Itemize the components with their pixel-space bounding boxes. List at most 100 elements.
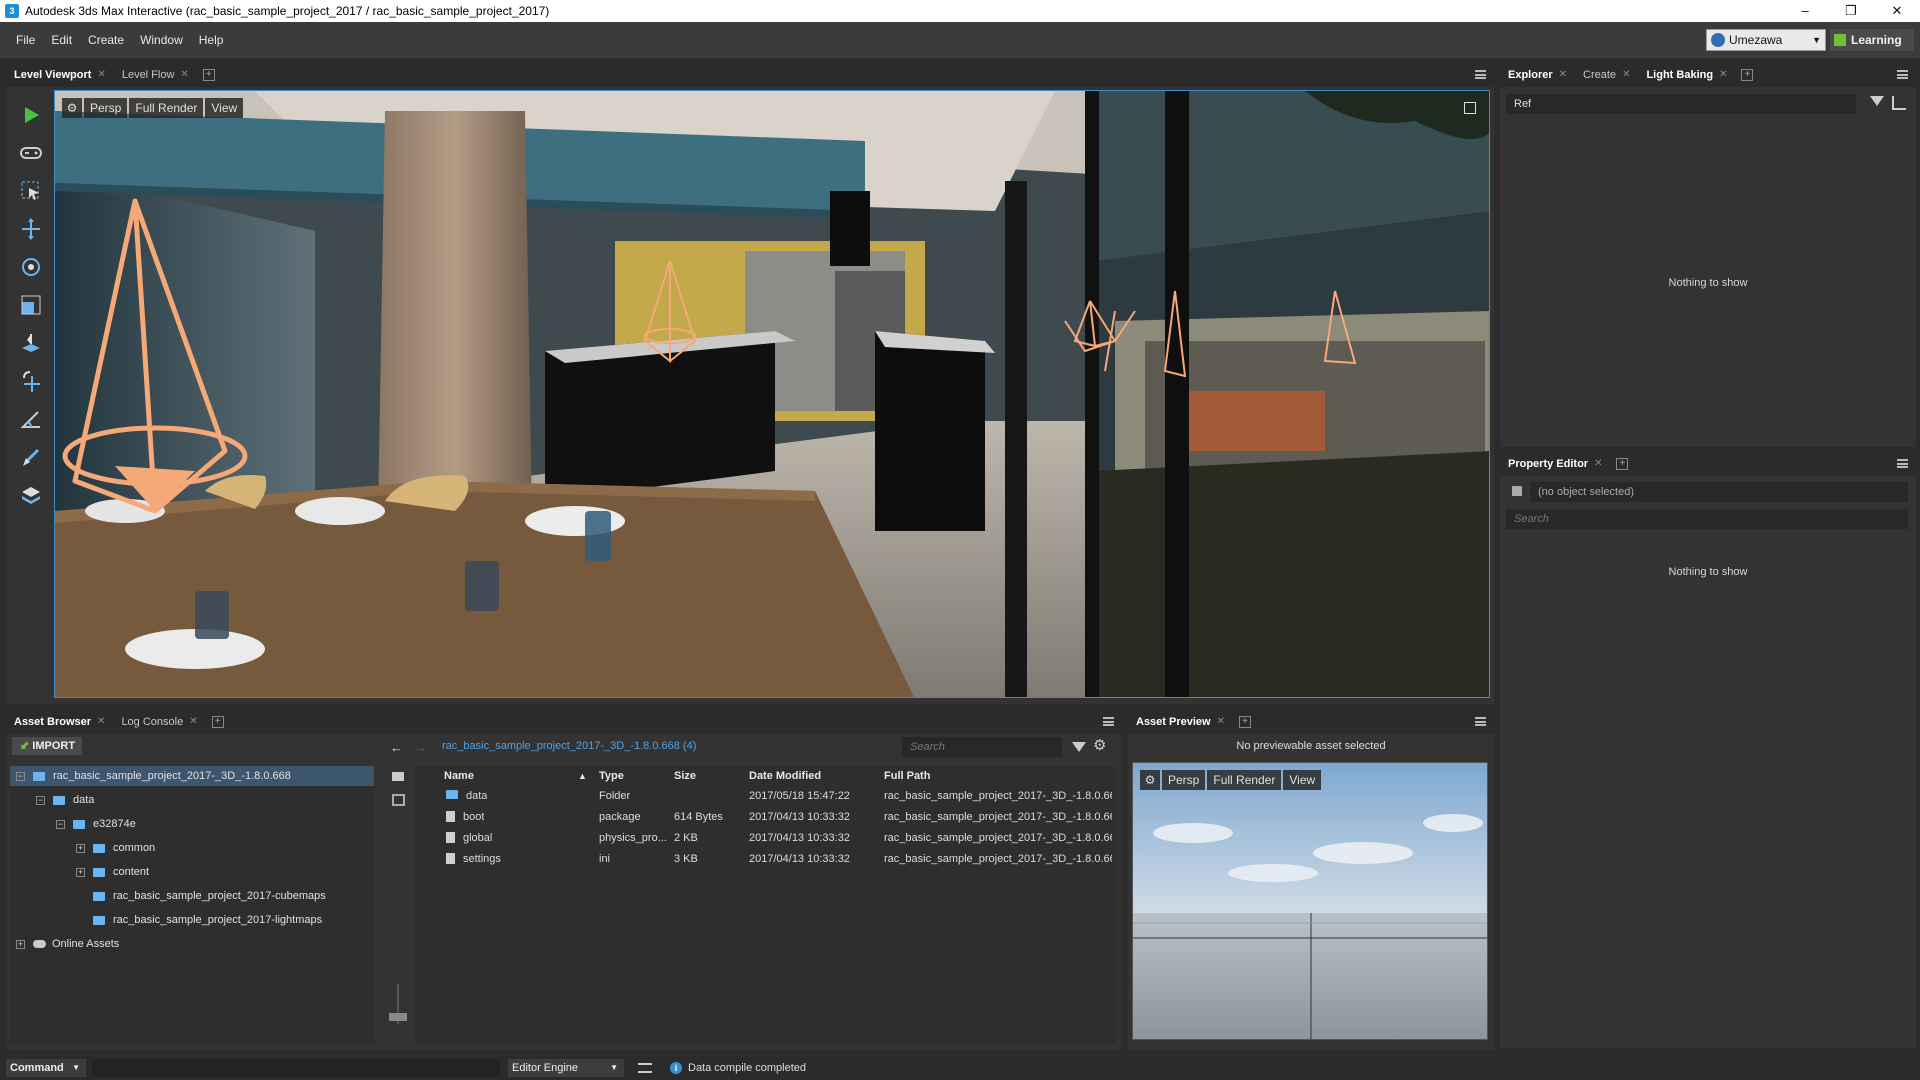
close-icon[interactable]: ✕ xyxy=(1217,710,1225,734)
expand-icon[interactable]: + xyxy=(76,867,85,877)
minimize-button[interactable]: – xyxy=(1782,0,1828,22)
table-row[interactable]: global physics_pro... 2 KB 2017/04/13 10… xyxy=(414,828,1116,848)
angle-snap-icon[interactable] xyxy=(18,406,44,432)
view-menu-button[interactable]: View xyxy=(205,98,244,118)
column-size[interactable]: Size xyxy=(674,766,696,786)
close-icon[interactable]: ✕ xyxy=(1559,63,1567,87)
close-icon[interactable]: ✕ xyxy=(97,710,105,734)
tab-level-viewport[interactable]: Level Viewport ✕ xyxy=(6,63,114,87)
panel-menu-icon[interactable] xyxy=(1897,70,1908,79)
preview-view-button[interactable]: View xyxy=(1283,770,1322,790)
lock-icon[interactable] xyxy=(1512,486,1522,496)
preview-camera-button[interactable]: Persp xyxy=(1162,770,1206,790)
tab-level-flow[interactable]: Level Flow ✕ xyxy=(114,63,197,87)
move-icon[interactable] xyxy=(18,216,44,242)
tab-log-console[interactable]: Log Console ✕ xyxy=(113,710,205,734)
gear-icon[interactable]: ⚙ xyxy=(1093,736,1106,754)
filter-icon[interactable] xyxy=(1072,742,1086,752)
select-icon[interactable] xyxy=(18,178,44,204)
table-row[interactable]: data Folder 2017/05/18 15:47:22 rac_basi… xyxy=(414,786,1116,806)
play-icon[interactable] xyxy=(18,102,44,128)
layers-icon[interactable] xyxy=(18,482,44,508)
add-tab-icon[interactable]: + xyxy=(1239,716,1251,728)
tree-item-e32874e[interactable]: − e32874e xyxy=(10,814,136,834)
back-arrow-icon[interactable]: ← xyxy=(390,740,403,755)
tab-light-baking[interactable]: Light Baking ✕ xyxy=(1638,63,1735,87)
column-name[interactable]: Name xyxy=(444,766,474,786)
expand-icon[interactable]: + xyxy=(76,843,85,853)
tree-item-data[interactable]: − data xyxy=(10,790,94,810)
menu-create[interactable]: Create xyxy=(80,33,132,47)
learning-button[interactable]: Learning xyxy=(1830,29,1914,51)
panel-menu-icon[interactable] xyxy=(1475,717,1486,726)
menu-edit[interactable]: Edit xyxy=(43,33,80,47)
tab-explorer[interactable]: Explorer ✕ xyxy=(1500,63,1575,87)
close-icon[interactable]: ✕ xyxy=(189,710,197,734)
tab-asset-preview[interactable]: Asset Preview ✕ xyxy=(1128,710,1233,734)
panel-menu-icon[interactable] xyxy=(1897,459,1908,468)
rotate-icon[interactable] xyxy=(18,254,44,280)
pivot-snap-icon[interactable] xyxy=(18,368,44,394)
sort-ascending-icon[interactable]: ▲ xyxy=(578,766,587,786)
column-full-path[interactable]: Full Path xyxy=(884,766,930,786)
sync-icon[interactable] xyxy=(392,794,405,806)
camera-mode-button[interactable]: Persp xyxy=(84,98,128,118)
close-icon[interactable]: ✕ xyxy=(1719,63,1727,87)
panel-menu-icon[interactable] xyxy=(1475,70,1486,79)
add-tab-icon[interactable]: + xyxy=(202,69,215,81)
asset-breadcrumb[interactable]: rac_basic_sample_project_2017-_3D_-1.8.0… xyxy=(442,740,696,752)
close-icon[interactable]: ✕ xyxy=(97,63,105,87)
command-dropdown[interactable]: Command ▼ xyxy=(6,1059,86,1077)
paint-brush-icon[interactable] xyxy=(18,444,44,470)
close-icon[interactable]: ✕ xyxy=(1622,63,1630,87)
table-row[interactable]: settings ini 3 KB 2017/04/13 10:33:32 ra… xyxy=(414,849,1116,869)
user-account-dropdown[interactable]: Umezawa ▼ xyxy=(1706,29,1826,51)
render-mode-button[interactable]: Full Render xyxy=(129,98,204,118)
import-button[interactable]: ⬋ IMPORT xyxy=(12,737,82,755)
snap-to-ground-icon[interactable] xyxy=(18,330,44,356)
tree-item-cubemaps[interactable]: rac_basic_sample_project_2017-cubemaps xyxy=(10,886,326,906)
forward-arrow-icon[interactable]: → xyxy=(414,740,427,755)
tree-item-common[interactable]: + common xyxy=(10,838,155,858)
tab-property-editor[interactable]: Property Editor ✕ xyxy=(1500,452,1610,476)
filter-icon[interactable] xyxy=(1870,96,1884,106)
tree-item-content[interactable]: + content xyxy=(10,862,149,882)
menu-file[interactable]: File xyxy=(8,33,43,47)
property-search-input[interactable]: Search xyxy=(1506,509,1908,529)
zoom-slider-handle[interactable] xyxy=(389,1013,407,1021)
table-row[interactable]: boot package 614 Bytes 2017/04/13 10:33:… xyxy=(414,807,1116,827)
hierarchy-icon[interactable] xyxy=(1892,96,1906,110)
collapse-icon[interactable]: − xyxy=(36,795,45,805)
add-tab-icon[interactable]: + xyxy=(1741,69,1754,81)
close-button[interactable]: ✕ xyxy=(1874,0,1920,22)
add-tab-icon[interactable]: + xyxy=(211,716,224,728)
level-viewport-canvas[interactable] xyxy=(54,90,1490,698)
command-input[interactable] xyxy=(92,1059,500,1077)
engine-dropdown[interactable]: Editor Engine ▼ xyxy=(508,1059,624,1077)
tree-item-online-assets[interactable]: + Online Assets xyxy=(10,934,119,954)
list-icon[interactable] xyxy=(638,1063,652,1073)
gear-icon[interactable]: ⚙ xyxy=(62,98,82,118)
tab-asset-browser[interactable]: Asset Browser ✕ xyxy=(6,710,113,734)
column-type[interactable]: Type xyxy=(599,766,624,786)
menu-window[interactable]: Window xyxy=(132,33,191,47)
explorer-filter-input[interactable]: Ref xyxy=(1506,94,1856,114)
asset-preview-canvas[interactable] xyxy=(1132,762,1488,1040)
column-date-modified[interactable]: Date Modified xyxy=(749,766,821,786)
expand-icon[interactable]: + xyxy=(16,939,25,949)
gamepad-icon[interactable] xyxy=(18,140,44,166)
maximize-viewport-icon[interactable] xyxy=(1464,102,1476,114)
folder-view-icon[interactable] xyxy=(392,772,404,781)
tree-item-project-root[interactable]: − rac_basic_sample_project_2017-_3D_-1.8.… xyxy=(10,766,374,786)
close-icon[interactable]: ✕ xyxy=(1594,452,1602,476)
add-tab-icon[interactable]: + xyxy=(1616,458,1629,470)
collapse-icon[interactable]: − xyxy=(16,771,25,781)
close-icon[interactable]: ✕ xyxy=(180,63,188,87)
restore-button[interactable]: ❐ xyxy=(1828,0,1874,22)
asset-search-input[interactable]: Search xyxy=(902,737,1062,757)
menu-help[interactable]: Help xyxy=(191,33,232,47)
collapse-icon[interactable]: − xyxy=(56,819,65,829)
scale-icon[interactable] xyxy=(18,292,44,318)
preview-render-button[interactable]: Full Render xyxy=(1207,770,1282,790)
tree-item-lightmaps[interactable]: rac_basic_sample_project_2017-lightmaps xyxy=(10,910,322,930)
